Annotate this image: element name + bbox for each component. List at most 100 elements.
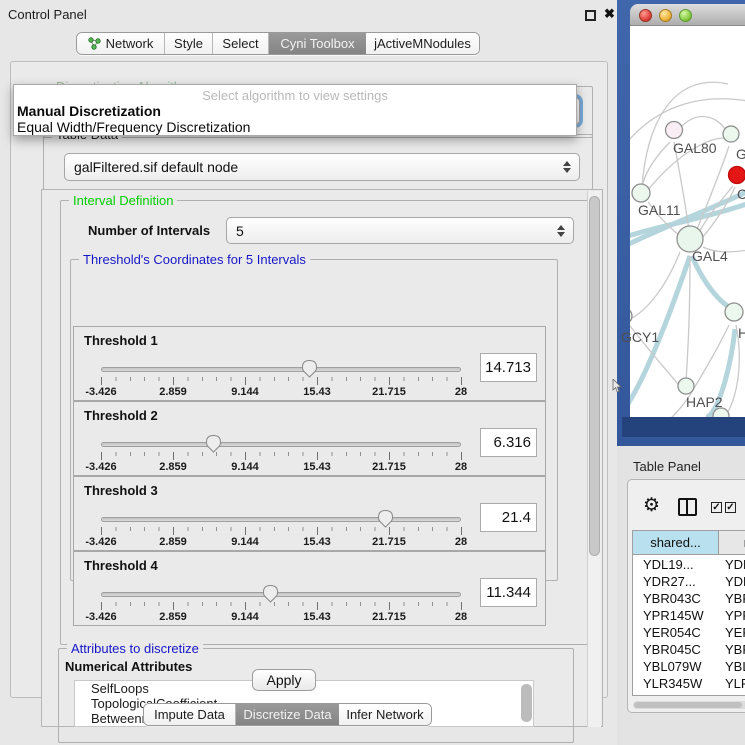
gear-icon[interactable]: ⚙ [643,496,660,515]
network-node-gal80[interactable] [666,122,683,139]
control-panel: Control Panel ✖ Network Style Select [0,0,617,745]
threshold-1-value-input[interactable] [480,353,537,382]
slider-track[interactable] [101,592,461,597]
minimize-traffic-light-icon[interactable] [659,9,672,22]
node-label-gcy1: GCY1 [621,329,659,345]
dropdown-item-equal-width-frequency[interactable]: Equal Width/Frequency Discretization [14,119,576,135]
tab-jactivemnodules[interactable]: jActiveMNodules [366,33,479,54]
spinner-icon [563,161,571,173]
tab-style[interactable]: Style [165,33,213,54]
threshold-2-slider[interactable]: -3.426 2.859 9.144 15.43 21.715 28 [101,440,461,474]
horizontal-scrollbar[interactable] [633,701,745,709]
node-label-gal11: GAL11 [638,202,681,218]
panel-title: Control Panel [8,7,87,22]
slider-thumb[interactable] [301,359,318,378]
node-label-h-cut: H [738,325,745,341]
slider-scale: -3.426 2.859 9.144 15.43 21.715 28 [101,461,461,473]
numerical-attributes-label: Numerical Attributes [65,659,192,674]
tab-select[interactable]: Select [213,33,269,54]
table-data-combobox[interactable]: galFiltered.sif default node [64,153,580,181]
threshold-panel-2: Threshold 2 -3.426 2.859 9.144 15.43 21.… [73,401,546,476]
tab-infer-network[interactable]: Infer Network [339,704,431,725]
apply-button[interactable]: Apply [252,669,316,691]
table-row[interactable]: YBR043CYBR0 [633,590,745,607]
slider-ticks [101,602,461,610]
split-columns-icon[interactable] [678,498,697,516]
node-table: shared... n YDL19...YDL1 YDR27...YDR2 YB… [632,530,745,696]
mouse-cursor [612,379,622,393]
threshold-4-value-input[interactable] [480,578,537,607]
thresholds-group-title: Threshold's Coordinates for 5 Intervals [79,252,310,267]
network-node-h[interactable] [725,303,743,321]
table-panel-body: ⚙ ✓ ✓ shared... n YDL19...YDL1 YDR27...Y… [627,479,745,713]
table-row[interactable]: YLR345WYLR3 [633,675,745,692]
slider-ticks [101,377,461,385]
float-window-icon[interactable] [585,10,596,21]
table-row[interactable]: YDR27...YDR2 [633,573,745,590]
table-row[interactable]: YBR045CYBR0 [633,641,745,658]
screen: Control Panel ✖ Network Style Select [0,0,745,745]
tab-network[interactable]: Network [77,33,165,54]
tab-cyni-toolbox[interactable]: Cyni Toolbox [269,33,366,54]
slider-scale: -3.426 2.859 9.144 15.43 21.715 28 [101,536,461,548]
threshold-2-value-input[interactable] [480,428,537,457]
network-canvas[interactable] [630,26,745,417]
slider-thumb[interactable] [205,434,222,453]
network-window [630,4,745,437]
table-panel: Table Panel ⚙ ✓ ✓ shared... n YDL19...YD… [617,446,745,745]
network-node-gcy1[interactable] [630,308,632,324]
table-data-value: galFiltered.sif default node [74,159,238,175]
slider-thumb[interactable] [262,584,279,603]
slider-track[interactable] [101,442,461,447]
checkbox-icon[interactable]: ✓ [711,502,722,513]
node-label-hap2: HAP2 [686,394,723,410]
table-row[interactable]: YBL079WYBL0 [633,658,745,675]
dropdown-hint: Select algorithm to view settings [14,88,576,103]
cyni-toolbox-content: Discretization Algorithm Table Data galF… [10,61,608,698]
slider-track[interactable] [101,517,461,522]
slider-ticks [101,527,461,535]
table-row[interactable]: YPR145WYPR1 [633,607,745,624]
network-graph [630,26,745,417]
threshold-4-slider[interactable]: -3.426 2.859 9.144 15.43 21.715 28 [101,590,461,624]
dropdown-item-manual-discretization[interactable]: Manual Discretization [14,103,576,119]
list-scrollbar[interactable] [521,684,532,722]
threshold-3-value-input[interactable] [480,503,537,532]
close-traffic-light-icon[interactable] [639,9,652,22]
network-window-titlebar[interactable] [630,4,745,26]
column-header-shared-name[interactable]: shared... [633,531,719,554]
scrollbar-thumb[interactable] [634,702,742,708]
network-node-hap2[interactable] [678,378,694,394]
threshold-panel-3: Threshold 3 -3.426 2.859 9.144 15.43 21.… [73,476,546,551]
threshold-1-slider[interactable]: -3.426 2.859 9.144 15.43 21.715 28 [101,365,461,399]
table-row[interactable]: YDL19...YDL1 [633,556,745,573]
table-row[interactable]: YIL052CYIL0 [633,692,745,696]
network-node-gal11[interactable] [632,184,650,202]
tab-discretize-data[interactable]: Discretize Data [236,704,339,725]
zoom-traffic-light-icon[interactable] [679,9,692,22]
top-tab-bar: Network Style Select Cyni Toolbox jActiv… [76,32,480,55]
slider-ticks [101,452,461,460]
settings-scrollbar[interactable] [587,191,601,727]
network-node-selected[interactable] [729,167,745,184]
scrollbar-thumb[interactable] [589,196,600,556]
number-of-intervals-label: Number of Intervals [88,223,210,238]
table-panel-title: Table Panel [633,459,701,474]
tab-impute-data[interactable]: Impute Data [144,704,236,725]
close-icon[interactable]: ✖ [604,6,615,22]
slider-track[interactable] [101,367,461,372]
column-header-name[interactable]: n [719,531,745,554]
tab-network-label: Network [106,36,154,51]
slider-thumb[interactable] [377,509,394,528]
table-header: shared... n [633,531,745,555]
settings-viewport: Interval Definition Number of Intervals … [41,189,603,727]
slider-scale: -3.426 2.859 9.144 15.43 21.715 28 [101,386,461,398]
checkbox-icon[interactable]: ✓ [725,502,736,513]
network-node-g[interactable] [723,126,739,142]
number-of-intervals-value: 5 [236,223,244,239]
number-of-intervals-combobox[interactable]: 5 [226,217,574,244]
threshold-3-slider[interactable]: -3.426 2.859 9.144 15.43 21.715 28 [101,515,461,549]
node-label-g-cut: G [736,146,745,162]
node-label-gal80: GAL80 [673,140,717,156]
table-row[interactable]: YER054CYER0 [633,624,745,641]
